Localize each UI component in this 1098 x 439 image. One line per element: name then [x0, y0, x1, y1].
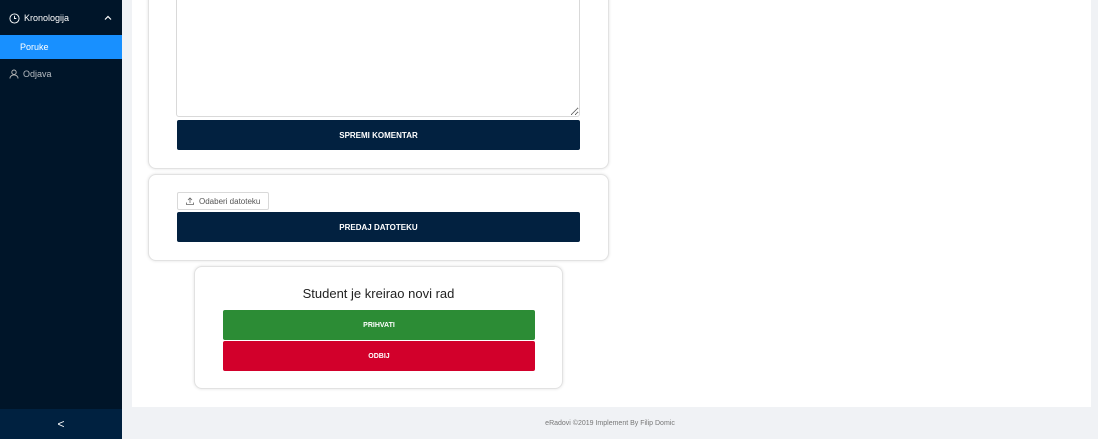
sidebar: Kronologija Poruke Odjava <: [0, 0, 122, 439]
notice-title: Student je kreirao novi rad: [302, 286, 455, 301]
sidebar-item-label: Odjava: [23, 69, 52, 79]
footer-text: eRadovi ©2019 Implement By Filip Domic: [545, 419, 675, 427]
sidebar-collapse-trigger[interactable]: <: [0, 409, 122, 439]
choose-file-button[interactable]: Odaberi datoteku: [177, 192, 269, 210]
accept-button[interactable]: PRIHVATI: [223, 310, 535, 340]
user-icon: [9, 69, 19, 79]
sidebar-item-label: Poruke: [20, 42, 49, 52]
reject-button[interactable]: ODBIJ: [223, 341, 535, 371]
sidebar-submenu-kronologija[interactable]: Kronologija: [0, 6, 122, 30]
submit-file-button[interactable]: PREDAJ DATOTEKU: [177, 212, 580, 242]
upload-icon: [186, 197, 194, 205]
sidebar-item-poruke[interactable]: Poruke: [0, 35, 122, 59]
clock-circle-icon: [9, 12, 20, 24]
chevron-left-icon: <: [57, 417, 65, 431]
footer: eRadovi ©2019 Implement By Filip Domic: [122, 407, 1098, 439]
chevron-up-icon: [104, 14, 112, 22]
sidebar-submenu-label: Kronologija: [24, 13, 70, 23]
save-comment-button[interactable]: SPREMI KOMENTAR: [177, 120, 580, 150]
choose-file-label: Odaberi datoteku: [199, 196, 261, 206]
comment-textarea[interactable]: [176, 0, 580, 117]
sidebar-item-odjava[interactable]: Odjava: [0, 63, 122, 85]
